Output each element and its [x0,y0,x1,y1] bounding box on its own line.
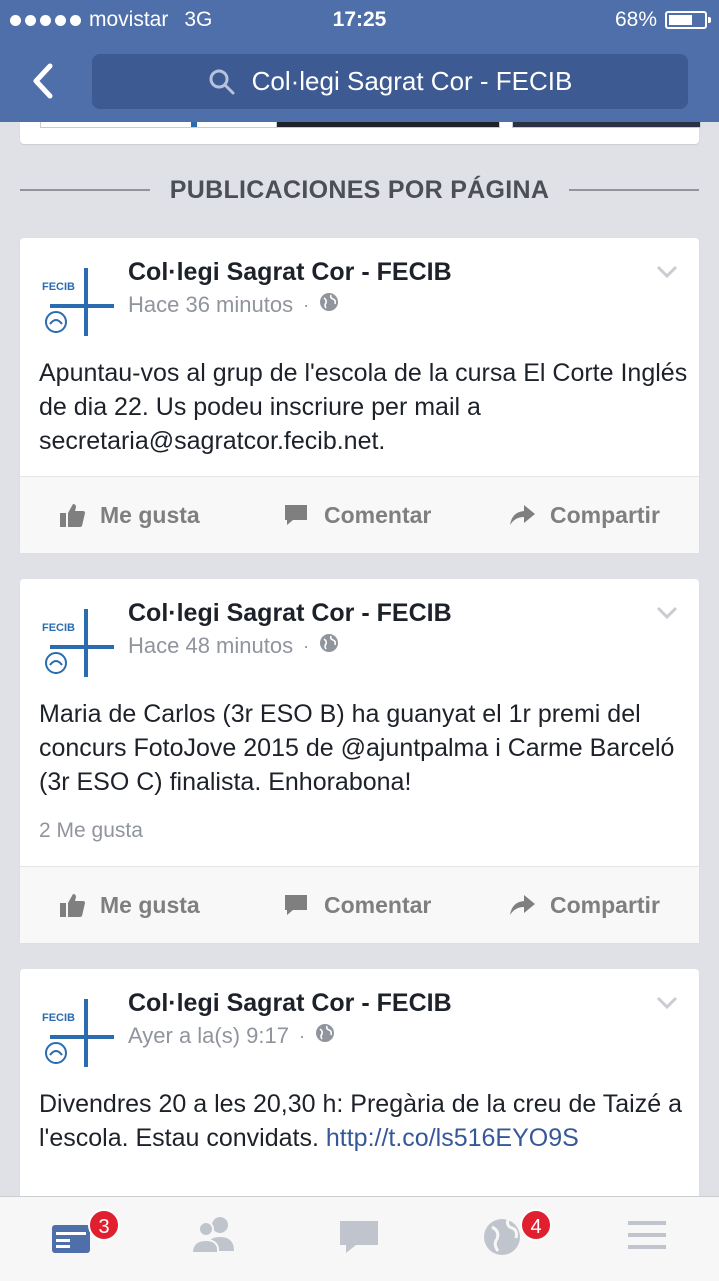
comment-button[interactable]: Comentar [282,477,431,553]
post-meta: Hace 48 minutos · [128,633,339,659]
thumbs-up-icon [60,504,85,527]
tab-messages[interactable] [334,1211,394,1267]
section-title: PUBLICACIONES POR PÁGINA [169,175,550,204]
comment-icon [285,895,307,915]
thumbs-up-icon [60,894,85,917]
like-label: Me gusta [100,891,200,918]
comment-label: Comentar [324,501,432,528]
post-link[interactable]: http://t.co/ls516EYO9S [326,1124,579,1152]
post-actions: Me gusta Comentar Compartir [20,476,699,553]
chevron-left-icon [33,63,53,99]
comment-button[interactable]: Comentar [282,867,431,943]
comment-label: Comentar [324,891,432,918]
top-navigation-bar: movistar 3G 17:25 68% Col·legi Sagrat Co… [0,0,719,122]
svg-text:FECIB: FECIB [42,622,75,634]
post-author[interactable]: Col·legi Sagrat Cor - FECIB [128,599,452,628]
search-text: Col·legi Sagrat Cor - FECIB [251,66,573,96]
fecib-logo-icon: FECIB [42,609,114,677]
meta-separator: · [303,635,310,656]
globe-icon [319,633,339,659]
like-button[interactable]: Me gusta [58,477,200,553]
svg-text:FECIB: FECIB [42,1012,75,1024]
svg-text:FECIB: FECIB [42,281,75,293]
meta-separator: · [303,294,310,315]
search-field[interactable]: Col·legi Sagrat Cor - FECIB [92,54,688,109]
post-meta: Ayer a la(s) 9:17 · [128,1023,335,1049]
chevron-down-icon[interactable] [655,995,679,1011]
post-author[interactable]: Col·legi Sagrat Cor - FECIB [128,989,452,1018]
battery-percent: 68% [614,8,657,31]
back-button[interactable] [26,60,62,102]
bottom-tab-bar: 3 4 [0,1196,719,1281]
chat-bubble-icon [340,1221,378,1253]
post-card: FECIB Col·legi Sagrat Cor - FECIB Ayer a… [20,969,699,1209]
post-text: Maria de Carlos (3r ESO B) ha guanyat el… [39,700,675,796]
page-avatar[interactable]: FECIB [40,995,115,1070]
share-button[interactable]: Compartir [508,477,660,553]
section-divider: PUBLICACIONES POR PÁGINA [20,170,700,210]
post-card: FECIB Col·legi Sagrat Cor - FECIB Hace 4… [20,579,699,943]
post-text: Divendres 20 a les 20,30 h: Pregària de … [39,1087,689,1155]
post-time[interactable]: Ayer a la(s) 9:17 [128,1023,289,1049]
fecib-logo-icon: FECIB [42,268,114,336]
fecib-logo-icon: FECIB [42,999,114,1067]
news-feed-badge: 3 [88,1209,120,1241]
post-card: FECIB Col·legi Sagrat Cor - FECIB Hace 3… [20,238,699,553]
comment-icon [285,505,307,525]
post-text: Apuntau-vos al grup de l'escola de la cu… [39,359,688,455]
globe-icon [315,1023,335,1049]
share-arrow-icon [510,895,535,915]
page-avatar[interactable]: FECIB [40,605,115,680]
search-icon [209,69,235,94]
status-time: 17:25 [332,8,387,31]
status-bar: movistar 3G 17:25 68% [0,0,719,40]
chevron-down-icon[interactable] [655,605,679,621]
page-avatar[interactable]: FECIB [40,264,115,339]
post-actions: Me gusta Comentar Compartir [20,866,699,943]
post-time[interactable]: Hace 36 minutos [128,292,293,318]
tab-notifications[interactable]: 4 [478,1209,552,1267]
battery-icon [665,11,711,29]
post-author[interactable]: Col·legi Sagrat Cor - FECIB [128,258,452,287]
post-time[interactable]: Hace 48 minutos [128,633,293,659]
tab-news-feed[interactable]: 3 [46,1209,120,1267]
likes-count[interactable]: 2 Me gusta [39,819,143,843]
meta-separator: · [299,1025,306,1046]
hamburger-menu-icon [628,1221,666,1249]
like-label: Me gusta [100,501,200,528]
chevron-down-icon[interactable] [655,264,679,280]
share-label: Compartir [550,891,660,918]
share-arrow-icon [510,505,535,525]
like-button[interactable]: Me gusta [58,867,200,943]
tab-friend-requests[interactable] [188,1211,248,1267]
post-meta: Hace 36 minutos · [128,292,339,318]
globe-icon [319,292,339,318]
notifications-badge: 4 [520,1209,552,1241]
friends-icon [190,1217,234,1254]
tab-more-menu[interactable] [622,1211,682,1267]
share-button[interactable]: Compartir [508,867,660,943]
share-label: Compartir [550,501,660,528]
